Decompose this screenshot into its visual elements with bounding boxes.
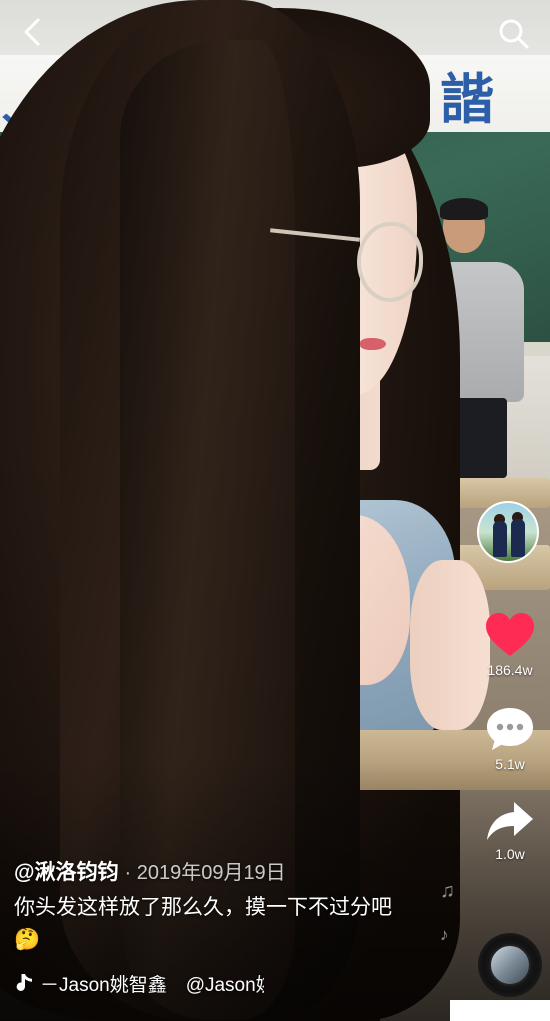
music-disc-button[interactable] (478, 933, 542, 997)
comment-button[interactable]: 5.1w (478, 706, 542, 772)
chevron-left-icon (24, 18, 40, 46)
like-button[interactable]: 186.4w (478, 612, 542, 678)
avatar-figure (511, 519, 525, 557)
author-avatar[interactable] (477, 501, 539, 563)
back-button[interactable] (14, 14, 50, 50)
post-date: · 2019年09月19日 (124, 862, 286, 884)
share-count: 1.0w (495, 846, 525, 862)
music-note-icon (16, 974, 32, 991)
comment-bubble-icon (487, 708, 533, 750)
frame-edge (450, 1000, 550, 1021)
share-arrow-icon (487, 802, 533, 840)
glasses-lens (357, 222, 423, 302)
music-title: －Jason姚智鑫 @Jason姚智鑫创作的原声 (40, 974, 264, 996)
share-button[interactable]: 1.0w (478, 800, 542, 862)
author-name[interactable]: @湫洛钧钧 (14, 856, 118, 886)
avatar-figure (493, 521, 507, 557)
search-icon (499, 19, 529, 49)
heart-icon (486, 613, 534, 656)
floating-note-icon: ♪ (440, 925, 449, 944)
search-button[interactable] (494, 14, 534, 54)
like-count: 186.4w (487, 662, 533, 678)
music-disc-icon (489, 944, 531, 986)
author-line: @湫洛钧钧 · 2019年09月19日 (14, 856, 286, 886)
comment-count: 5.1w (495, 756, 525, 772)
music-marquee[interactable]: －Jason姚智鑫 @Jason姚智鑫创作的原声 (14, 968, 264, 998)
lips (360, 338, 386, 350)
banner-glyph-right: 諧 (440, 68, 494, 131)
floating-note-icon: ♫ (440, 880, 455, 902)
post-caption: 你头发这样放了那么久，摸一下不过分吧🤔 (14, 896, 392, 951)
person-background-hair (440, 198, 488, 220)
